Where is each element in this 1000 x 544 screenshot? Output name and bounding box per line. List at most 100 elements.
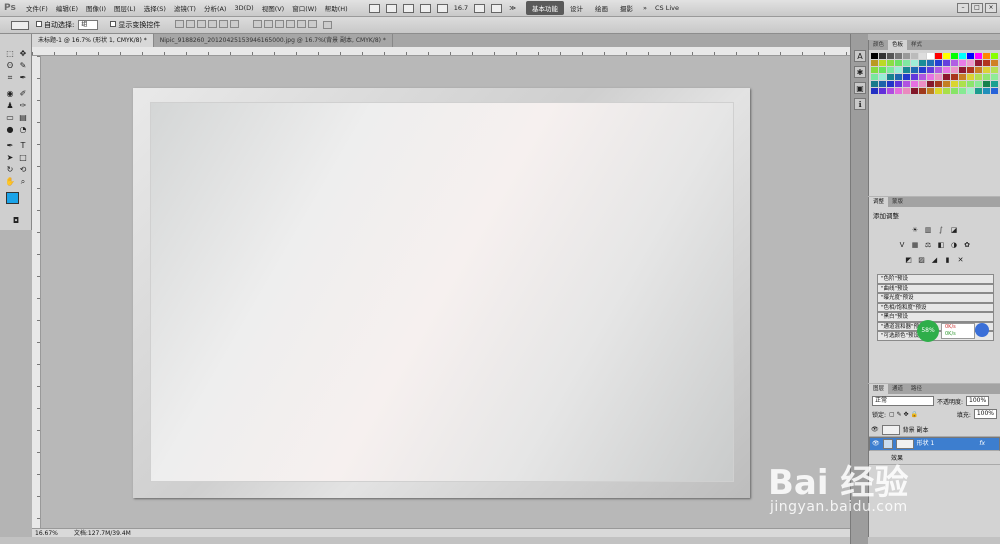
cs-live-button[interactable]: CS Live bbox=[651, 4, 683, 12]
exposure-icon[interactable]: ◪ bbox=[950, 226, 959, 235]
swatch-cell[interactable] bbox=[919, 60, 926, 66]
curves-icon[interactable]: ∫ bbox=[937, 226, 946, 235]
menu-select[interactable]: 选择(S) bbox=[140, 3, 170, 13]
swatch-cell[interactable] bbox=[983, 81, 990, 87]
distribute-left-icon[interactable] bbox=[286, 20, 296, 28]
swatch-cell[interactable] bbox=[967, 81, 974, 87]
swatch-cell[interactable] bbox=[951, 60, 958, 66]
brush-preset-icon[interactable]: ✱ bbox=[854, 66, 866, 78]
swatch-cell[interactable] bbox=[991, 60, 998, 66]
screen-mode-icon[interactable] bbox=[491, 3, 503, 13]
preset-hue-sat[interactable]: "色相/饱和度"预设 bbox=[877, 302, 994, 312]
type-icon[interactable]: T bbox=[17, 140, 29, 152]
swatch-cell[interactable] bbox=[935, 60, 942, 66]
swatch-cell[interactable] bbox=[903, 67, 910, 73]
brightness-icon[interactable]: ☀ bbox=[911, 226, 920, 235]
swatch-cell[interactable] bbox=[967, 53, 974, 59]
gradient-icon[interactable]: ▤ bbox=[17, 112, 29, 124]
swatch-cell[interactable] bbox=[943, 53, 950, 59]
swatch-cell[interactable] bbox=[919, 81, 926, 87]
auto-align-icon[interactable] bbox=[323, 21, 333, 29]
swatch-cell[interactable] bbox=[895, 60, 902, 66]
gradient-map-icon[interactable]: ▮ bbox=[943, 256, 952, 265]
swatch-cell[interactable] bbox=[879, 88, 886, 94]
eye-icon[interactable]: 👁 bbox=[872, 440, 880, 448]
menu-layer[interactable]: 图层(L) bbox=[110, 3, 140, 13]
swatch-cell[interactable] bbox=[991, 74, 998, 80]
swatch-grid[interactable] bbox=[869, 50, 1000, 97]
swatch-cell[interactable] bbox=[951, 74, 958, 80]
posterize-icon[interactable]: ▨ bbox=[917, 256, 926, 265]
swatch-cell[interactable] bbox=[943, 81, 950, 87]
align-right-icon[interactable] bbox=[230, 20, 240, 28]
network-speed-widget[interactable]: 58% 0K/s 0K/s bbox=[917, 320, 995, 344]
swatch-cell[interactable] bbox=[991, 88, 998, 94]
align-top-icon[interactable] bbox=[175, 20, 185, 28]
swatch-cell[interactable] bbox=[975, 88, 982, 94]
workspace-painting[interactable]: 绘画 bbox=[589, 3, 614, 13]
3d-rotate-icon[interactable]: ↻ bbox=[4, 164, 16, 176]
swatch-cell[interactable] bbox=[903, 88, 910, 94]
swatch-cell[interactable] bbox=[871, 88, 878, 94]
swatch-cell[interactable] bbox=[911, 88, 918, 94]
tab-channels[interactable]: 通道 bbox=[888, 384, 907, 394]
swatch-cell[interactable] bbox=[887, 67, 894, 73]
quick-select-icon[interactable]: ✎ bbox=[17, 60, 29, 72]
swatch-cell[interactable] bbox=[879, 74, 886, 80]
swatch-cell[interactable] bbox=[975, 67, 982, 73]
eraser-icon[interactable]: ▭ bbox=[4, 112, 16, 124]
menu-help[interactable]: 帮助(H) bbox=[321, 3, 352, 13]
menu-filter[interactable]: 滤镜(T) bbox=[170, 3, 200, 13]
auto-select-dropdown[interactable]: 组 bbox=[78, 20, 99, 30]
align-hcenter-icon[interactable] bbox=[219, 20, 229, 28]
browser-icon[interactable] bbox=[975, 323, 989, 337]
swatch-cell[interactable] bbox=[959, 81, 966, 87]
lock-icons[interactable]: ▢ ✎ ✥ 🔒 bbox=[889, 411, 954, 418]
swatch-cell[interactable] bbox=[983, 88, 990, 94]
swatch-cell[interactable] bbox=[911, 53, 918, 59]
swatch-cell[interactable] bbox=[975, 60, 982, 66]
swatch-cell[interactable] bbox=[959, 88, 966, 94]
workspace-photography[interactable]: 摄影 bbox=[614, 3, 639, 13]
swatch-cell[interactable] bbox=[991, 53, 998, 59]
swatch-cell[interactable] bbox=[911, 74, 918, 80]
distribute-vcenter-icon[interactable] bbox=[264, 20, 274, 28]
swatch-cell[interactable] bbox=[975, 81, 982, 87]
swatch-cell[interactable] bbox=[911, 81, 918, 87]
auto-select-checkbox[interactable]: 自动选择: bbox=[36, 20, 74, 30]
swatch-cell[interactable] bbox=[943, 74, 950, 80]
swatch-cell[interactable] bbox=[895, 88, 902, 94]
quick-mask-icon[interactable]: ◘ bbox=[10, 215, 22, 227]
move-icon[interactable]: ✥ bbox=[17, 48, 29, 60]
swatch-cell[interactable] bbox=[935, 81, 942, 87]
menu-view[interactable]: 视图(V) bbox=[258, 3, 289, 13]
swatch-cell[interactable] bbox=[975, 74, 982, 80]
swatch-cell[interactable] bbox=[903, 74, 910, 80]
workspace-design[interactable]: 设计 bbox=[564, 3, 589, 13]
tab-paths[interactable]: 路径 bbox=[907, 384, 926, 394]
vibrance-icon[interactable]: V bbox=[898, 241, 907, 250]
info-icon[interactable]: ℹ bbox=[854, 98, 866, 110]
blur-icon[interactable]: ● bbox=[4, 124, 16, 136]
hue-sat-icon[interactable]: ▦ bbox=[911, 241, 920, 250]
align-bottom-icon[interactable] bbox=[197, 20, 207, 28]
layer-shape-1[interactable]: 👁 形状 1 fx bbox=[869, 437, 1000, 451]
swatch-cell[interactable] bbox=[951, 67, 958, 73]
menu-edit[interactable]: 编辑(E) bbox=[52, 3, 82, 13]
zoom-tool-icon[interactable] bbox=[419, 3, 431, 13]
swatch-cell[interactable] bbox=[895, 67, 902, 73]
swatch-cell[interactable] bbox=[927, 74, 934, 80]
swatch-cell[interactable] bbox=[927, 60, 934, 66]
menu-analysis[interactable]: 分析(A) bbox=[200, 3, 231, 13]
swatch-cell[interactable] bbox=[887, 74, 894, 80]
shape-icon[interactable]: □ bbox=[17, 152, 29, 164]
swatch-cell[interactable] bbox=[991, 81, 998, 87]
tab-masks[interactable]: 蒙版 bbox=[888, 197, 907, 207]
swatch-cell[interactable] bbox=[983, 53, 990, 59]
swatch-cell[interactable] bbox=[871, 67, 878, 73]
close-icon[interactable]: × bbox=[985, 3, 997, 13]
swatch-cell[interactable] bbox=[959, 53, 966, 59]
swatch-cell[interactable] bbox=[927, 81, 934, 87]
swatch-cell[interactable] bbox=[927, 67, 934, 73]
swatch-cell[interactable] bbox=[887, 81, 894, 87]
